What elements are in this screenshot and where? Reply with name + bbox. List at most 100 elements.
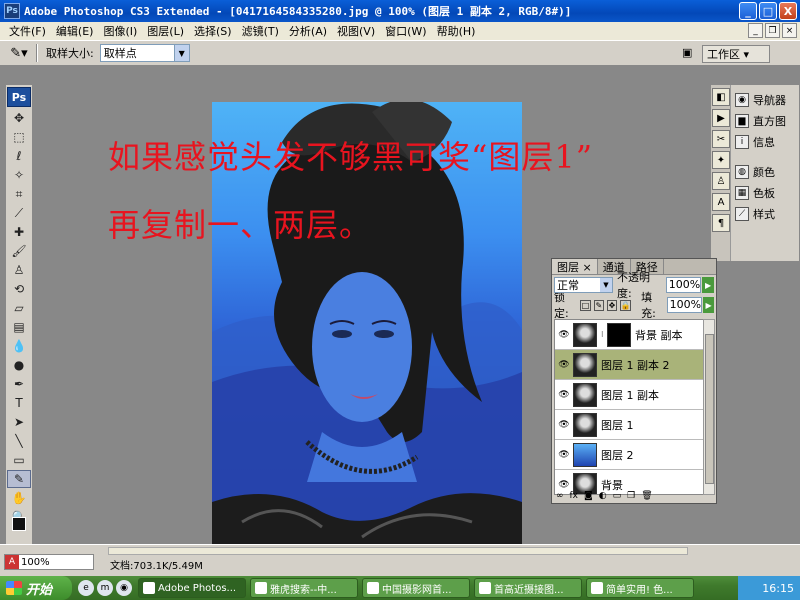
brushes-panel-icon[interactable]: ✦ bbox=[712, 151, 730, 169]
visibility-eye-icon[interactable]: 👁 bbox=[555, 420, 573, 430]
layer-row[interactable]: 👁 图层 1 bbox=[555, 410, 705, 440]
gradient-tool-icon[interactable]: ▤ bbox=[7, 318, 31, 336]
dock-item-color[interactable]: ◍ 颜色 bbox=[735, 161, 786, 182]
dock-item-histogram[interactable]: ▆ 直方图 bbox=[735, 110, 786, 131]
layer-row[interactable]: 👁 图层 1 副本 2 bbox=[555, 350, 705, 380]
clock[interactable]: 16:15 bbox=[762, 582, 794, 595]
visibility-eye-icon[interactable]: 👁 bbox=[555, 390, 573, 400]
crop-tool-icon[interactable]: ⌗ bbox=[7, 185, 31, 203]
messenger-icon[interactable]: m bbox=[97, 580, 113, 596]
lock-position-icon[interactable]: ✥ bbox=[606, 299, 618, 311]
horizontal-scrollbar[interactable] bbox=[108, 547, 688, 555]
dodge-tool-icon[interactable]: ● bbox=[7, 356, 31, 374]
new-layer-icon[interactable]: ❐ bbox=[627, 491, 635, 501]
lasso-tool-icon[interactable]: ℓ bbox=[7, 147, 31, 165]
maximize-button[interactable]: □ bbox=[759, 2, 777, 20]
ps-badge-icon[interactable]: Ps bbox=[7, 87, 31, 107]
layer-mask-thumbnail[interactable] bbox=[607, 322, 631, 347]
eyedropper-tool-icon[interactable]: ✎ bbox=[7, 470, 31, 488]
visibility-eye-icon[interactable]: 👁 bbox=[555, 450, 573, 460]
type-tool-icon[interactable]: T bbox=[7, 394, 31, 412]
taskbar-button[interactable]: 雅虎搜索--中... bbox=[250, 578, 358, 598]
brush-tool-icon[interactable]: 🖌 bbox=[7, 242, 31, 260]
delete-layer-icon[interactable]: 🗑 bbox=[641, 491, 652, 501]
healing-brush-tool-icon[interactable]: ✚ bbox=[7, 223, 31, 241]
taskbar-button[interactable]: Adobe Photos... bbox=[138, 578, 246, 598]
layer-row[interactable]: 👁 图层 2 bbox=[555, 440, 705, 470]
lock-all-icon[interactable]: 🔒 bbox=[620, 299, 632, 311]
fill-input[interactable]: 100% bbox=[666, 297, 703, 313]
tool-presets-icon[interactable]: ✂ bbox=[712, 130, 730, 148]
sample-size-select[interactable]: 取样点 ▼ bbox=[99, 44, 190, 62]
bridge-icon[interactable]: ▣ bbox=[682, 46, 698, 60]
adjustment-layer-icon[interactable]: ◐ bbox=[599, 491, 607, 501]
tab-layers[interactable]: 图层 × bbox=[552, 259, 598, 274]
dock-item-navigator[interactable]: ◉ 导航器 bbox=[735, 89, 786, 110]
clone-source-icon[interactable]: ♙ bbox=[712, 172, 730, 190]
doc-close-button[interactable]: × bbox=[782, 23, 797, 38]
notes-tool-icon[interactable]: ▭ bbox=[7, 451, 31, 469]
eraser-tool-icon[interactable]: ▱ bbox=[7, 299, 31, 317]
menu-filter[interactable]: 滤镜(T) bbox=[237, 23, 284, 39]
menu-help[interactable]: 帮助(H) bbox=[432, 23, 481, 39]
menu-layer[interactable]: 图层(L) bbox=[142, 23, 189, 39]
clone-stamp-tool-icon[interactable]: ♙ bbox=[7, 261, 31, 279]
link-layers-icon[interactable]: ∞ bbox=[556, 491, 564, 501]
actions-panel-icon[interactable]: ▶ bbox=[712, 109, 730, 127]
close-button[interactable]: X bbox=[779, 2, 797, 20]
doc-restore-button[interactable]: ❐ bbox=[765, 23, 780, 38]
menu-image[interactable]: 图像(I) bbox=[98, 23, 142, 39]
magic-wand-tool-icon[interactable]: ✧ bbox=[7, 166, 31, 184]
taskbar-button[interactable]: 中国摄影网首... bbox=[362, 578, 470, 598]
lock-pixels-icon[interactable]: ✎ bbox=[593, 299, 604, 311]
blur-tool-icon[interactable]: 💧 bbox=[7, 337, 31, 355]
visibility-eye-icon[interactable]: 👁 bbox=[555, 360, 573, 370]
menu-edit[interactable]: 编辑(E) bbox=[51, 23, 99, 39]
options-bar: ✎▾ 取样大小: 取样点 ▼ ▣ 工作区 ▾ bbox=[0, 40, 800, 66]
layer-row[interactable]: 👁 图层 1 副本 bbox=[555, 380, 705, 410]
layer-style-icon[interactable]: fx bbox=[570, 491, 579, 501]
line-tool-icon[interactable]: ╲ bbox=[7, 432, 31, 450]
navigator-icon: ◉ bbox=[735, 92, 749, 107]
dock-item-styles[interactable]: ⟋ 样式 bbox=[735, 203, 786, 224]
workspace-menu[interactable]: 工作区 ▾ bbox=[702, 45, 770, 63]
add-mask-icon[interactable]: ◙ bbox=[584, 491, 593, 501]
start-button[interactable]: 开始 bbox=[0, 576, 72, 600]
lock-transparency-icon[interactable]: □ bbox=[580, 299, 591, 311]
browser-icon[interactable]: e bbox=[78, 580, 94, 596]
layers-scrollbar[interactable] bbox=[703, 319, 715, 495]
marquee-tool-icon[interactable]: ⬚ bbox=[7, 128, 31, 146]
paragraph-panel-icon[interactable]: ¶ bbox=[712, 214, 730, 232]
doc-minimize-button[interactable]: _ bbox=[748, 23, 763, 38]
blend-mode-select[interactable]: 正常 ▼ bbox=[554, 277, 613, 293]
layer-row[interactable]: 👁 ⁝ 背景 副本 bbox=[555, 320, 705, 350]
foreground-color-swatch[interactable] bbox=[12, 517, 26, 531]
dock-item-info[interactable]: i 信息 bbox=[735, 131, 786, 152]
fill-slider-button[interactable]: ▶ bbox=[703, 297, 714, 313]
new-group-icon[interactable]: ▭ bbox=[613, 491, 622, 501]
path-selection-tool-icon[interactable]: ➤ bbox=[7, 413, 31, 431]
eyedropper-preset-icon[interactable]: ✎▾ bbox=[6, 43, 32, 63]
menu-window[interactable]: 窗口(W) bbox=[380, 23, 431, 39]
visibility-eye-icon[interactable]: 👁 bbox=[555, 330, 573, 340]
menu-select[interactable]: 选择(S) bbox=[189, 23, 237, 39]
taskbar-button[interactable]: 首高近摄接图... bbox=[474, 578, 582, 598]
character-panel-icon[interactable]: A bbox=[712, 193, 730, 211]
menu-analysis[interactable]: 分析(A) bbox=[284, 23, 332, 39]
menu-file[interactable]: 文件(F) bbox=[4, 23, 51, 39]
opacity-input[interactable]: 100% bbox=[665, 277, 702, 293]
taskbar-button[interactable]: 简单实用! 色... bbox=[586, 578, 694, 598]
media-icon[interactable]: ◉ bbox=[116, 580, 132, 596]
minimize-button[interactable]: _ bbox=[739, 2, 757, 20]
history-panel-icon[interactable]: ◧ bbox=[712, 88, 730, 106]
history-brush-tool-icon[interactable]: ⟲ bbox=[7, 280, 31, 298]
menu-view[interactable]: 视图(V) bbox=[332, 23, 380, 39]
visibility-eye-icon[interactable]: 👁 bbox=[555, 480, 573, 490]
hand-tool-icon[interactable]: ✋ bbox=[7, 489, 31, 507]
slice-tool-icon[interactable]: ⟋ bbox=[7, 204, 31, 222]
zoom-field[interactable]: A 100% bbox=[4, 554, 94, 570]
dock-item-swatches[interactable]: ▦ 色板 bbox=[735, 182, 786, 203]
opacity-slider-button[interactable]: ▶ bbox=[702, 277, 715, 293]
move-tool-icon[interactable]: ✥ bbox=[7, 109, 31, 127]
pen-tool-icon[interactable]: ✒ bbox=[7, 375, 31, 393]
